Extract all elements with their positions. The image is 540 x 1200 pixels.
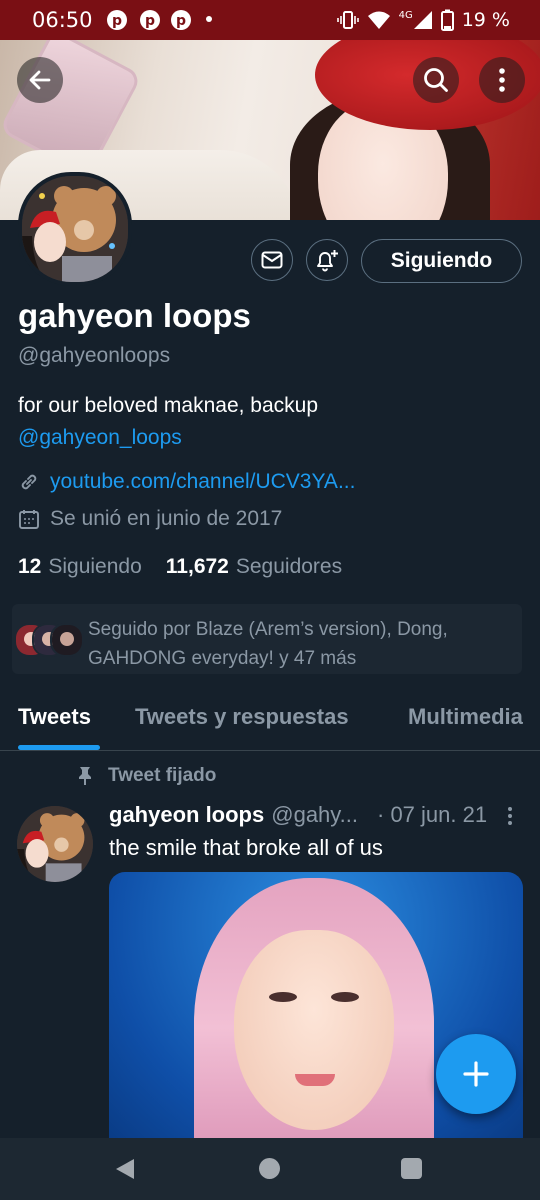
more-button[interactable] (479, 57, 525, 103)
following-link[interactable]: 12 Siguiendo (18, 555, 142, 579)
media-lip-shape (295, 1074, 335, 1086)
plus-icon (463, 1061, 489, 1087)
followed-by-panel[interactable]: Seguido por Blaze (Arem’s version), Dong… (12, 604, 522, 674)
followers-count: 11,672 (165, 555, 229, 578)
tweet-author-name[interactable]: gahyeon loops (109, 802, 264, 828)
system-nav-bar (0, 1138, 540, 1200)
more-vertical-icon (499, 68, 505, 92)
bio-mention-link[interactable]: @gahyeon_loops (18, 422, 318, 454)
status-bar: 06:50 p p p 4G 19 % (0, 0, 540, 40)
profile-tabs: Tweets Tweets y respuestas Multimedia (0, 686, 540, 751)
pinterest-icon: p (107, 10, 127, 30)
notifications-button[interactable] (306, 239, 348, 281)
link-icon (21, 474, 37, 490)
followed-by-line: Seguido por Blaze (Arem’s version), Dong… (88, 619, 448, 640)
nav-recents-icon[interactable] (401, 1158, 422, 1179)
follower-avatar (50, 623, 84, 657)
tweet-more-icon[interactable] (506, 806, 514, 826)
tweet-date: · 07 jun. 21 (377, 802, 488, 827)
avatar-image (17, 806, 93, 882)
battery-percent: 19 % (461, 9, 510, 31)
svg-text:p: p (145, 13, 155, 29)
search-icon (424, 68, 448, 92)
profile-handle: @gahyeonloops (18, 344, 171, 367)
followers-link[interactable]: 11,672 Seguidores (166, 555, 342, 579)
joined-date: Se unió en junio de 2017 (50, 507, 283, 530)
pinterest-icon: p (171, 10, 191, 30)
tweet-header: gahyeon loops @gahy... · 07 jun. 21 (109, 802, 487, 828)
compose-tweet-button[interactable] (436, 1034, 516, 1114)
followed-by-text: Seguido por Blaze (Arem’s version), Dong… (88, 615, 518, 673)
tweet-author-handle[interactable]: @gahy... (271, 802, 358, 828)
bell-plus-icon (317, 250, 338, 272)
svg-text:p: p (176, 13, 186, 29)
search-button[interactable] (413, 57, 459, 103)
joined-row: Se unió en junio de 2017 (18, 507, 282, 531)
website-row: youtube.com/channel/UCV3YA... (18, 470, 355, 494)
nav-home-icon[interactable] (259, 1158, 280, 1179)
pinterest-icon: p (140, 10, 160, 30)
media-face-shape (234, 930, 394, 1130)
pinned-label-row: Tweet fijado (78, 765, 216, 787)
tab-tweets-replies[interactable]: Tweets y respuestas (135, 704, 349, 730)
pin-icon (79, 767, 91, 785)
status-time: 06:50 (32, 8, 93, 32)
message-button[interactable] (251, 239, 293, 281)
follow-counts: 12 Siguiendo 11,672 Seguidores (18, 555, 342, 579)
website-link[interactable]: youtube.com/channel/UCV3YA... (50, 470, 355, 494)
nav-back-icon[interactable] (113, 1157, 137, 1181)
wifi-icon (367, 11, 390, 29)
battery-icon (440, 9, 454, 31)
notification-dot-icon (206, 16, 212, 22)
tweet-author-avatar[interactable] (17, 806, 93, 882)
following-count: 12 (18, 555, 42, 578)
media-eye-shape (331, 992, 359, 1002)
arrow-left-icon (29, 70, 51, 90)
network-type: 4G (398, 9, 413, 21)
following-label: Siguiendo (48, 555, 142, 578)
calendar-icon (19, 510, 39, 529)
vibrate-icon (336, 11, 359, 29)
profile-bio: for our beloved maknae, backup @gahyeon_… (18, 390, 318, 454)
pinned-label: Tweet fijado (108, 765, 217, 786)
tab-tweets[interactable]: Tweets (18, 704, 91, 730)
followed-by-line: GAHDONG everyday! y 47 más (88, 648, 357, 669)
mail-icon (261, 251, 283, 269)
active-tab-indicator (18, 745, 100, 750)
signal-icon (413, 11, 432, 29)
tweet-text: the smile that broke all of us (109, 835, 383, 860)
avatar-image (22, 176, 128, 282)
status-icons: 4G 19 % (336, 7, 510, 33)
bio-text: for our beloved maknae, backup (18, 394, 319, 417)
profile-name: gahyeon loops (18, 297, 251, 334)
media-eye-shape (269, 992, 297, 1002)
following-button[interactable]: Siguiendo (361, 239, 522, 283)
tab-media[interactable]: Multimedia (408, 704, 523, 730)
followers-label: Seguidores (235, 555, 343, 578)
svg-text:p: p (112, 13, 122, 29)
back-button[interactable] (17, 57, 63, 103)
profile-avatar[interactable] (18, 172, 132, 286)
